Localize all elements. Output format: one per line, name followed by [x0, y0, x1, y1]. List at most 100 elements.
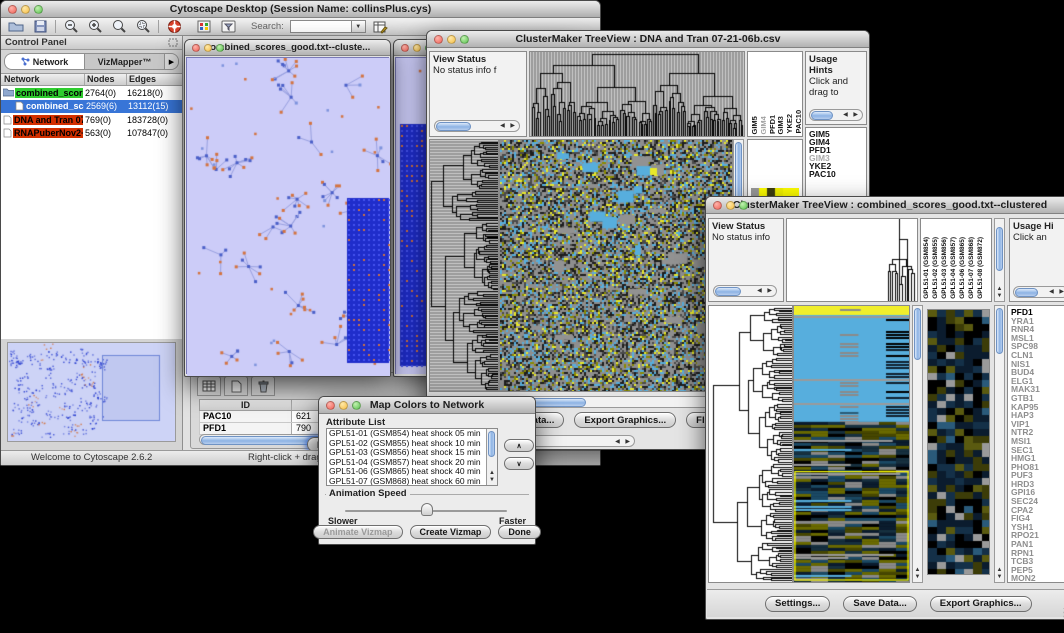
folder-icon — [3, 88, 14, 97]
panel-hscrollbar[interactable]: ◀ ▶ — [713, 285, 777, 297]
export-graphics-button[interactable]: Export Graphics... — [930, 596, 1032, 612]
search-label: Search: — [251, 21, 284, 32]
col-nodes[interactable]: Nodes — [85, 74, 127, 85]
panel-hscrollbar[interactable]: ◀ ▶ — [1013, 286, 1064, 298]
main-titlebar[interactable]: Cytoscape Desktop (Session Name: collins… — [1, 1, 600, 18]
table-row[interactable]: DNA and Tran 07 769(0) 183728(0) — [1, 113, 182, 127]
column-label[interactable]: GPL51-04 (GSM857) — [950, 237, 957, 299]
close-button[interactable] — [713, 201, 722, 210]
treeview-buttons: Settings... Save Data... Export Graphics… — [707, 589, 1064, 617]
zoom-selected-icon[interactable] — [110, 19, 128, 34]
minimize-button[interactable] — [413, 44, 421, 52]
column-label[interactable]: PAC10 — [794, 110, 801, 134]
table-row[interactable]: combined_scores_ 2764(0) 16218(0) — [1, 86, 182, 100]
close-button[interactable] — [326, 401, 335, 410]
column-dendrogram[interactable] — [529, 51, 745, 137]
zoom-button[interactable] — [34, 5, 43, 14]
minimize-button[interactable] — [726, 201, 735, 210]
zoom-fit-icon[interactable] — [134, 19, 152, 34]
column-label[interactable]: YKE2 — [785, 114, 792, 134]
view-status-panel: View Status No status info f ◀ ▶ — [429, 51, 527, 137]
column-label[interactable]: GPL51-03 (GSM856) — [941, 237, 948, 299]
minimize-button[interactable] — [21, 5, 30, 14]
zoom-button[interactable] — [216, 44, 224, 52]
delete-attribute-icon[interactable] — [251, 376, 275, 396]
table-row[interactable]: RNAPuberNov2+ 563(0) 107847(0) — [1, 127, 182, 141]
gene-label[interactable]: MON2 — [1011, 574, 1064, 583]
titlebar[interactable]: combined_scores_good.txt--cluste... — [185, 40, 390, 56]
minimize-button[interactable] — [204, 44, 212, 52]
search-input[interactable] — [290, 20, 352, 33]
network-canvas[interactable] — [186, 57, 389, 374]
close-button[interactable] — [8, 5, 17, 14]
move-down-button[interactable]: ∨ — [504, 457, 534, 470]
gene-dendrogram[interactable] — [429, 139, 499, 392]
list-vscrollbar[interactable]: ▲▼ — [486, 429, 497, 485]
select-attributes-icon[interactable] — [197, 376, 221, 396]
column-label[interactable]: GPL51-02 (GSM855) — [932, 237, 939, 299]
tab-vizmapper[interactable]: VizMapper™ — [85, 54, 164, 69]
zoom-button[interactable] — [460, 35, 469, 44]
minimize-button[interactable] — [447, 35, 456, 44]
labels-vscrollbar[interactable]: ▲▼ — [994, 218, 1005, 302]
zoom-button[interactable] — [739, 201, 748, 210]
animation-speed-slider-thumb[interactable] — [421, 503, 433, 516]
column-label[interactable]: GIM5 — [750, 116, 757, 134]
column-label[interactable]: GPL51-08 (GSM872) — [977, 237, 984, 299]
help-icon[interactable] — [165, 19, 183, 34]
column-label[interactable]: GIM3 — [776, 116, 783, 134]
usage-hints-text: Click an — [1013, 232, 1064, 243]
column-dendrogram[interactable] — [786, 218, 918, 302]
global-heatmap[interactable] — [499, 139, 733, 392]
titlebar[interactable]: Map Colors to Network — [319, 397, 535, 414]
attribute-item[interactable]: GPL51-07 (GSM868) heat shock 60 min — [327, 477, 497, 486]
attribute-editor-icon[interactable] — [372, 19, 390, 34]
close-button[interactable] — [192, 44, 200, 52]
done-button[interactable]: Done — [498, 525, 541, 539]
titlebar[interactable]: ClusterMaker TreeView : DNA and Tran 07-… — [427, 31, 869, 48]
zoom-button[interactable] — [352, 401, 361, 410]
animate-vizmap-button[interactable]: Animate Vizmap — [313, 525, 402, 539]
tab-overflow-arrow[interactable]: ▶ — [164, 54, 178, 69]
create-vizmap-button[interactable]: Create Vizmap — [410, 525, 492, 539]
gene-label[interactable]: PAC10 — [809, 170, 866, 178]
global-heatmap[interactable] — [793, 305, 910, 583]
network-list-empty-area[interactable] — [1, 140, 182, 339]
column-label[interactable]: GIM4 — [759, 116, 766, 134]
panel-hscrollbar[interactable]: ◀ ▶ — [809, 109, 863, 121]
col-edges[interactable]: Edges — [127, 74, 182, 85]
column-label[interactable]: GPL51-06 (GSM865) — [959, 237, 966, 299]
heatmap-vscrollbar[interactable]: ▲▼ — [912, 305, 923, 583]
table-row-selected[interactable]: combined_sco 2569(6) 13112(15) — [1, 100, 182, 114]
move-up-button[interactable]: ∧ — [504, 439, 534, 452]
zoom-out-icon[interactable] — [62, 19, 80, 34]
col-id[interactable]: ID — [200, 400, 292, 410]
column-label[interactable]: GPL51-07 (GSM868) — [968, 237, 975, 299]
birdseye-view[interactable] — [7, 342, 176, 442]
search-dropdown-icon[interactable]: ▼ — [352, 20, 366, 33]
zoom-heatmap[interactable] — [927, 309, 990, 575]
zoom-in-icon[interactable] — [86, 19, 104, 34]
export-graphics-button[interactable]: Export Graphics... — [574, 412, 676, 428]
close-button[interactable] — [434, 35, 443, 44]
column-label[interactable]: PFD1 — [768, 115, 775, 134]
open-file-icon[interactable] — [7, 19, 25, 34]
tab-network[interactable]: Network — [5, 54, 85, 69]
gene-dendrogram[interactable] — [708, 305, 793, 583]
panel-hscrollbar[interactable]: ◀ ▶ — [434, 120, 520, 132]
close-button[interactable] — [401, 44, 409, 52]
minimize-button[interactable] — [339, 401, 348, 410]
float-panel-icon[interactable] — [168, 38, 178, 47]
column-label[interactable]: GPL51-01 (GSM854) — [923, 237, 930, 299]
save-icon[interactable] — [31, 19, 49, 34]
titlebar[interactable]: ClusterMaker TreeView : combined_scores_… — [706, 197, 1064, 214]
vizmapper-icon[interactable] — [195, 19, 213, 34]
col-network[interactable]: Network — [1, 74, 85, 85]
view-status-panel: View Status No status info ◀ ▶ — [708, 218, 784, 302]
new-attribute-icon[interactable] — [224, 376, 248, 396]
settings-button[interactable]: Settings... — [765, 596, 830, 612]
save-data-button[interactable]: Save Data... — [843, 596, 916, 612]
zoom-vscrollbar[interactable]: ▲▼ — [994, 305, 1005, 583]
attribute-list[interactable]: GPL51-01 (GSM854) heat shock 05 minGPL51… — [326, 428, 498, 486]
annotation-icon[interactable] — [219, 19, 237, 34]
